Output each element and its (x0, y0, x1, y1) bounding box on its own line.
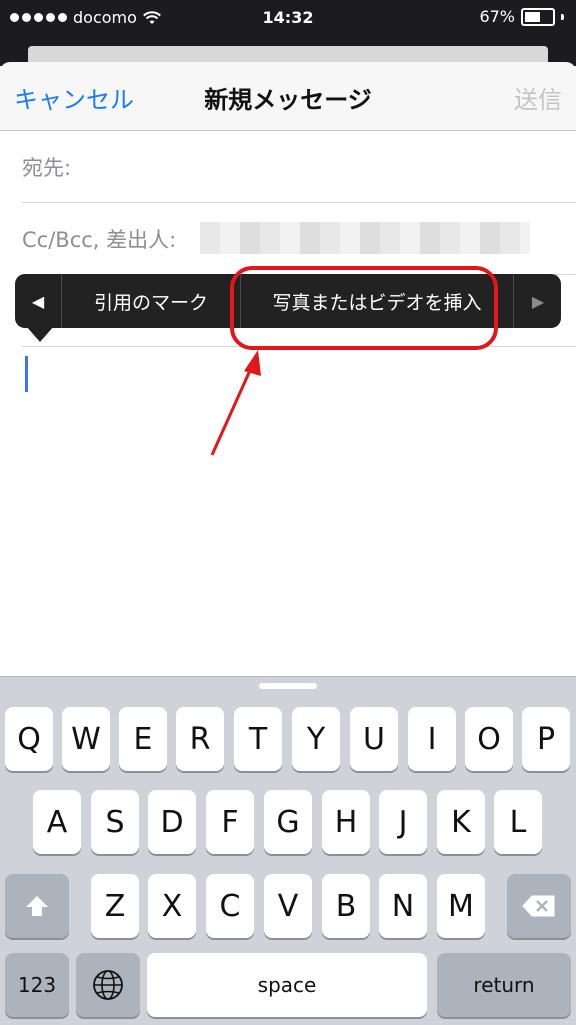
key-i[interactable]: I (408, 707, 456, 771)
key-f[interactable]: F (206, 790, 254, 854)
key-v[interactable]: V (264, 874, 312, 938)
key-d[interactable]: D (148, 790, 196, 854)
key-a[interactable]: A (33, 790, 81, 854)
key-t[interactable]: T (234, 707, 282, 771)
shift-key[interactable] (5, 874, 69, 938)
key-h[interactable]: H (322, 790, 370, 854)
key-j[interactable]: J (379, 790, 427, 854)
return-key[interactable]: return (437, 953, 571, 1017)
key-k[interactable]: K (437, 790, 485, 854)
key-w[interactable]: W (62, 707, 110, 771)
globe-icon (93, 970, 123, 1000)
key-e[interactable]: E (119, 707, 167, 771)
key-p[interactable]: P (522, 707, 570, 771)
key-c[interactable]: C (206, 874, 254, 938)
globe-key[interactable] (76, 953, 140, 1017)
key-q[interactable]: Q (5, 707, 53, 771)
key-m[interactable]: M (437, 874, 485, 938)
key-y[interactable]: Y (292, 707, 340, 771)
keyboard-handle (259, 683, 317, 689)
key-r[interactable]: R (176, 707, 224, 771)
key-u[interactable]: U (350, 707, 398, 771)
key-g[interactable]: G (264, 790, 312, 854)
key-s[interactable]: S (91, 790, 139, 854)
key-l[interactable]: L (494, 790, 542, 854)
delete-icon (522, 895, 555, 917)
key-z[interactable]: Z (91, 874, 139, 938)
shift-icon (26, 896, 48, 916)
space-key[interactable]: space (147, 953, 427, 1017)
key-o[interactable]: O (465, 707, 513, 771)
numbers-key[interactable]: 123 (5, 953, 69, 1017)
key-b[interactable]: B (322, 874, 370, 938)
key-n[interactable]: N (379, 874, 427, 938)
key-x[interactable]: X (148, 874, 196, 938)
delete-key[interactable] (507, 874, 571, 938)
